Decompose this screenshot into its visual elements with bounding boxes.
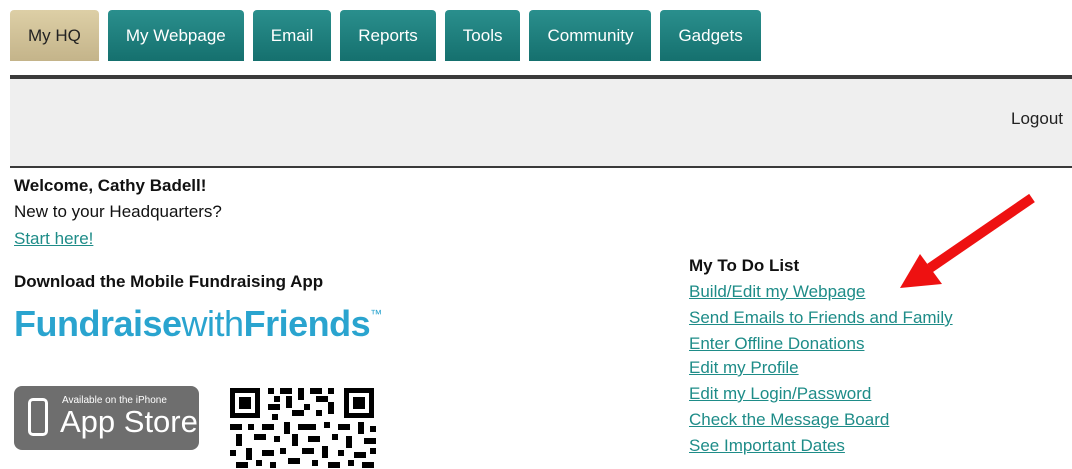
todo-edit-login-link[interactable]: Edit my Login/Password — [689, 384, 871, 404]
download-app-heading: Download the Mobile Fundraising App — [14, 272, 324, 291]
tab-my-hq[interactable]: My HQ — [10, 10, 99, 61]
iphone-icon — [28, 398, 48, 436]
tab-reports[interactable]: Reports — [340, 10, 436, 61]
todo-message-board-link[interactable]: Check the Message Board — [689, 410, 889, 430]
tab-email[interactable]: Email — [252, 10, 332, 61]
tab-my-webpage[interactable]: My Webpage — [107, 10, 244, 61]
tab-gadgets[interactable]: Gadgets — [660, 10, 761, 61]
app-store-label: App Store — [60, 404, 198, 439]
todo-build-edit-webpage-link[interactable]: Build/Edit my Webpage — [689, 282, 865, 302]
tab-community[interactable]: Community — [529, 10, 652, 61]
tab-tools[interactable]: Tools — [444, 10, 521, 61]
logo-word-fundraise: Fundraise — [14, 303, 182, 344]
qr-code — [228, 386, 378, 469]
todo-important-dates-link[interactable]: See Important Dates — [689, 436, 845, 456]
logout-link[interactable]: Logout — [1011, 109, 1063, 129]
todo-offline-donations-link[interactable]: Enter Offline Donations — [689, 334, 864, 354]
welcome-greeting: Welcome, Cathy Badell! — [14, 176, 207, 195]
top-bar: Logout — [10, 75, 1072, 168]
fundraise-with-friends-logo: FundraisewithFriends™ — [14, 303, 382, 345]
start-here-link[interactable]: Start here! — [14, 229, 93, 249]
trademark-symbol: ™ — [370, 307, 382, 321]
todo-send-emails-link[interactable]: Send Emails to Friends and Family — [689, 308, 953, 328]
new-to-hq-text: New to your Headquarters? — [14, 202, 222, 221]
todo-edit-profile-link[interactable]: Edit my Profile — [689, 358, 799, 378]
main-tabs: My HQ My Webpage Email Reports Tools Com… — [10, 10, 761, 61]
logo-word-friends: Friends — [243, 303, 371, 344]
todo-list-title: My To Do List — [689, 256, 800, 275]
app-store-badge[interactable]: Available on the iPhone App Store — [14, 386, 199, 450]
logo-word-with: with — [181, 303, 245, 344]
red-arrow — [900, 193, 1035, 288]
